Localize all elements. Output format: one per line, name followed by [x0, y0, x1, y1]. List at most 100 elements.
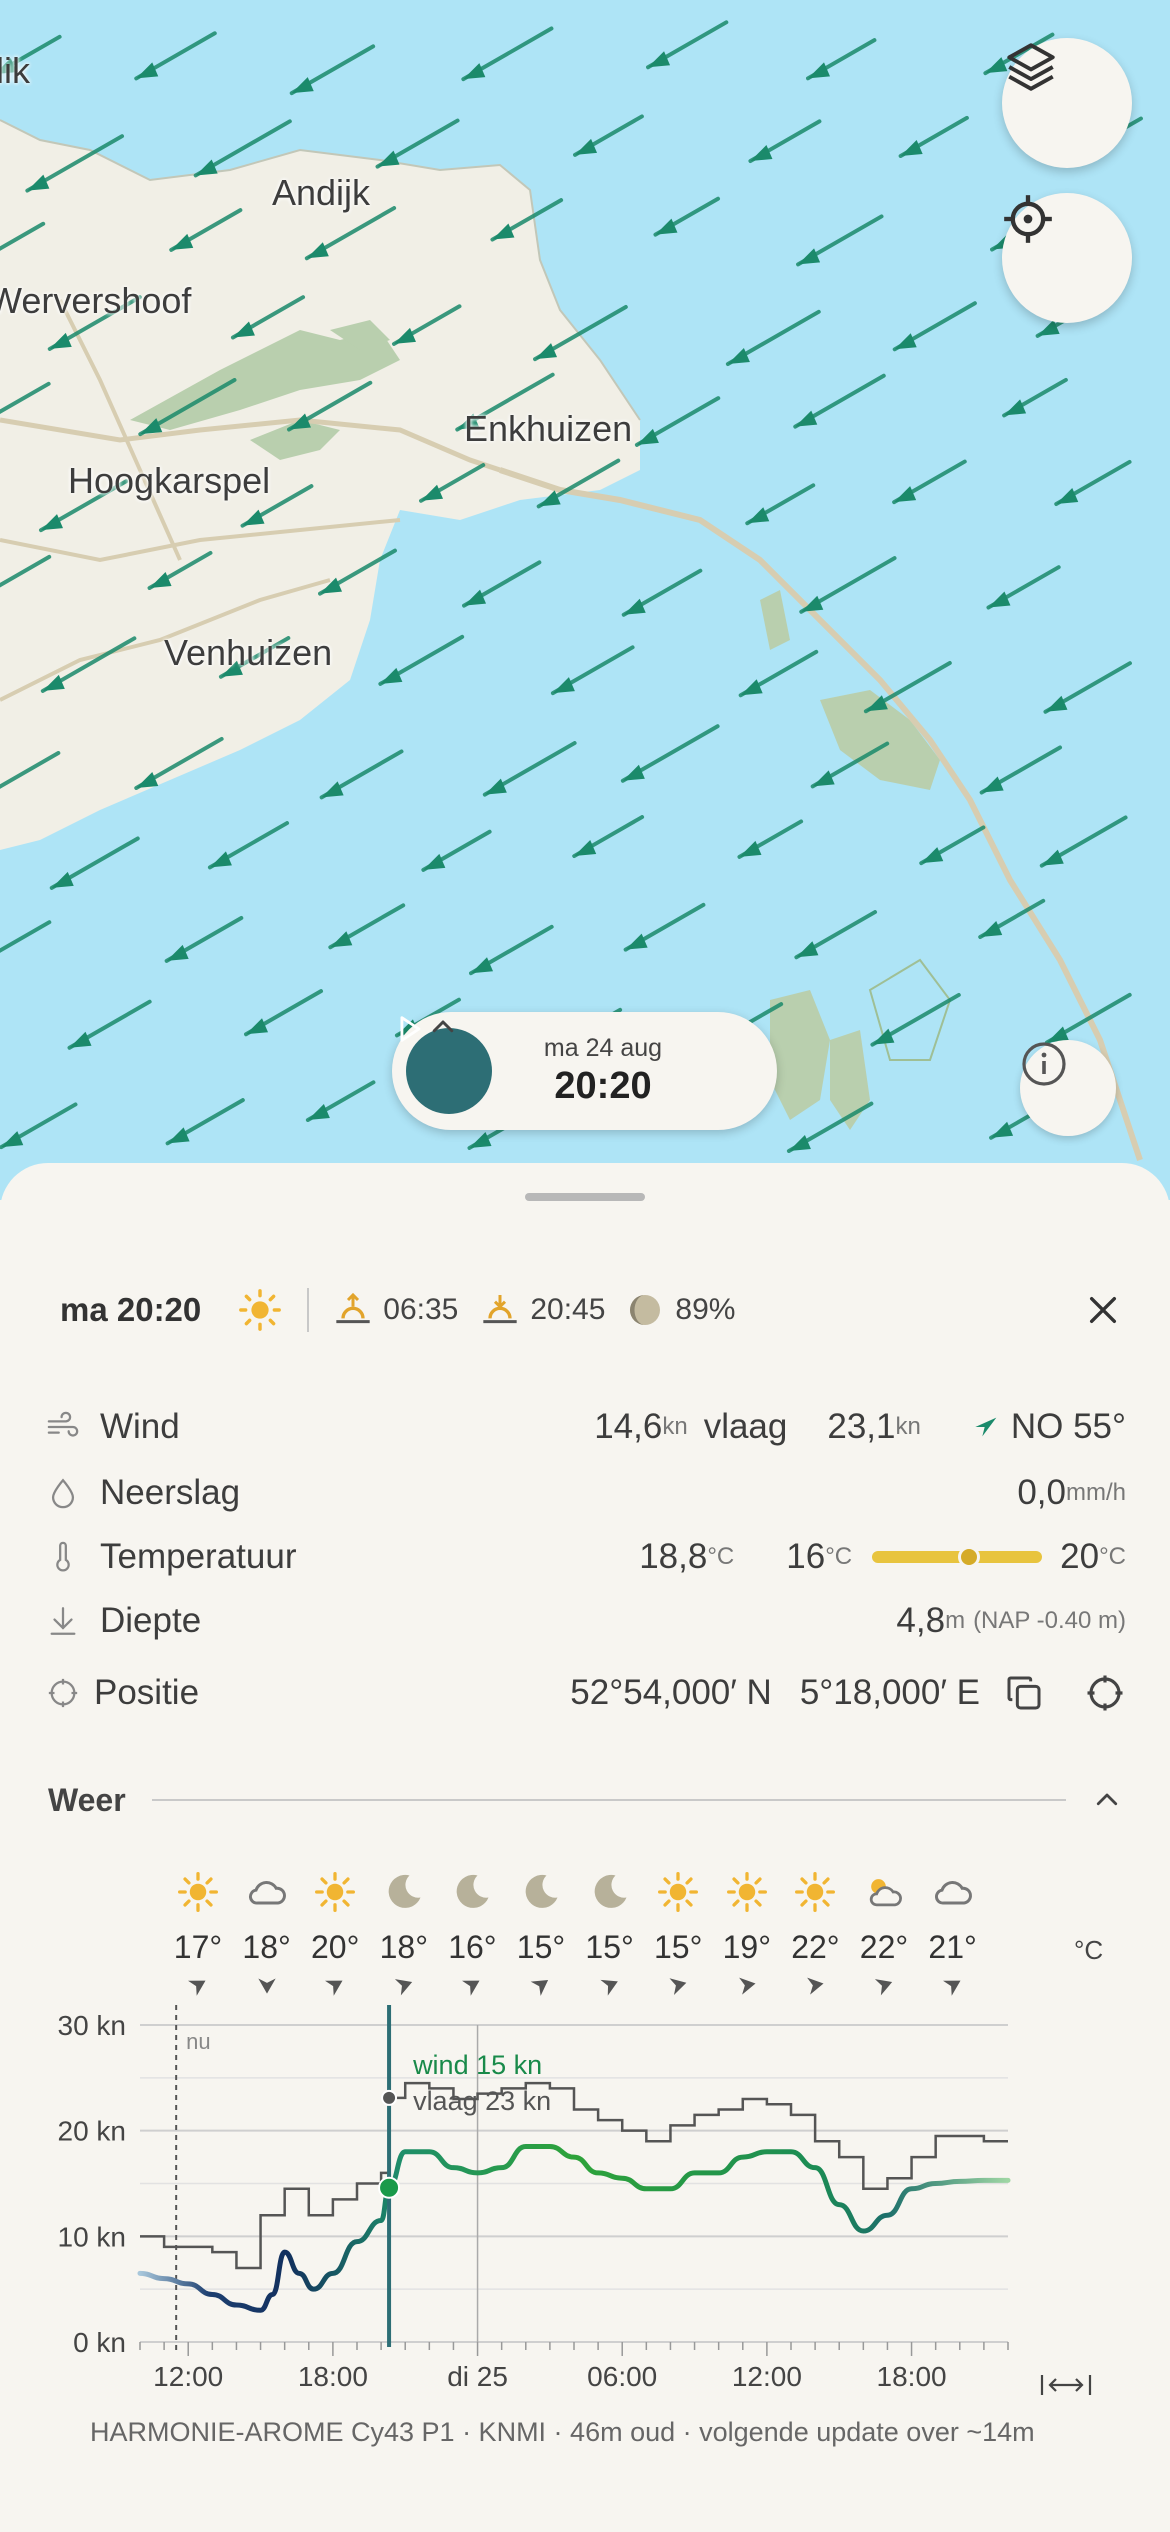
x-tick-label: 12:00 — [153, 2361, 223, 2392]
wind-arrow — [892, 301, 977, 352]
wind-arrow — [1039, 815, 1128, 868]
sunset-icon — [483, 1295, 518, 1324]
gust-marker — [381, 2089, 398, 2106]
thermometer-icon — [56, 1541, 70, 1572]
forecast-temp: 20° — [310, 1929, 360, 1965]
map-view[interactable]: lik Andijk Wervershoof Enkhuizen Hoogkar… — [0, 0, 1170, 1200]
locate-button[interactable] — [1002, 193, 1132, 323]
forecast-hour: 18° — [233, 1870, 301, 2003]
sun-icon — [658, 1872, 699, 1912]
sunrise-time: 06:35 — [383, 1293, 459, 1326]
wind-arrow — [725, 309, 821, 367]
gust-series — [140, 2081, 1008, 2270]
hourly-forecast: 17° 18° 20° 18° 16° 15° 15° 15° 19° 22° 22° 21° — [0, 1870, 1170, 1996]
wind-arrow — [0, 920, 52, 953]
wind-arrow — [793, 373, 886, 429]
sun-icon — [795, 1872, 836, 1912]
land-area — [868, 958, 952, 1061]
depth-label: Diepte — [100, 1601, 202, 1640]
depth-row: Diepte 4,8 m (NAP -0.40 m) — [46, 1593, 1126, 1649]
gust-unit: kn — [895, 1413, 921, 1440]
wind-arrow — [421, 829, 492, 872]
wind-arrow — [799, 556, 897, 614]
summary-time: ma 20:20 — [60, 1291, 202, 1328]
depth-unit: m — [945, 1607, 966, 1634]
section-divider — [151, 1799, 1066, 1801]
wind-arrow — [898, 115, 969, 158]
temperature-values: 18,8 °C 16 °C 20 °C — [639, 1537, 1126, 1577]
forecast-hour: 15° — [576, 1870, 644, 2003]
temperature-unit: °C — [707, 1543, 735, 1570]
wind-arrow — [207, 821, 290, 870]
copy-icon[interactable] — [1004, 1673, 1044, 1713]
place-label-venhuizen: Venhuizen — [164, 632, 333, 673]
target-icon[interactable] — [1084, 1672, 1126, 1714]
forecast-temp: 17° — [173, 1929, 223, 1965]
temperature-max: 20 — [1060, 1537, 1100, 1576]
position-values: 52°54,000′ N 5°18,000′ E — [570, 1672, 1126, 1714]
wind-annotation: wind 15 kn — [412, 2050, 542, 2080]
position-label: Positie — [94, 1673, 200, 1712]
wind-values: 14,6 kn vlaag 23,1 kn NO 55° — [594, 1407, 1126, 1447]
wind-arrow — [892, 459, 967, 505]
x-tick-label: di 25 — [447, 2361, 508, 2392]
forecast-temp: 18° — [379, 1929, 428, 1965]
wind-series — [137, 2144, 1011, 2313]
cloud-sun-icon — [869, 1879, 902, 1907]
moon-icon — [457, 1874, 489, 1908]
moon-icon — [594, 1874, 627, 1908]
close-icon[interactable] — [1086, 1293, 1120, 1327]
moon-illumination: 89% — [675, 1293, 736, 1326]
selected-time: 20:20 — [554, 1065, 652, 1107]
sun-icon — [239, 1289, 282, 1331]
time-selector[interactable]: ma 24 aug 20:20 — [392, 1012, 777, 1130]
wind-arrow — [375, 118, 460, 169]
wind-icon — [47, 1411, 79, 1437]
wind-arrow — [378, 634, 465, 686]
wind-arrow — [745, 483, 816, 526]
sheet-drag-handle[interactable] — [525, 1193, 645, 1201]
wind-arrow — [289, 44, 376, 96]
temperature-unit-label: °C — [1074, 1935, 1104, 1965]
position-latitude: 52°54,000′ N — [570, 1673, 772, 1712]
wind-arrow — [550, 645, 635, 696]
forecast-temp: 18° — [242, 1929, 291, 1965]
forecast-temp: 16° — [448, 1929, 497, 1965]
wind-arrow — [634, 396, 721, 447]
temperature-value: 18,8 — [639, 1537, 708, 1576]
temperature-current-marker — [958, 1546, 981, 1568]
time-display: ma 24 aug 20:20 — [528, 1034, 678, 1108]
wind-arrow — [653, 196, 721, 237]
gust-label: vlaag — [703, 1407, 788, 1446]
wind-arrow — [165, 1098, 245, 1146]
forecast-temp: 19° — [722, 1929, 771, 1965]
wind-direction-icon — [975, 1417, 997, 1437]
weather-section-header[interactable]: Weer — [48, 1770, 1122, 1830]
precip-row: Neerslag 0,0 mm/h — [46, 1465, 1126, 1521]
chevron-up-icon[interactable] — [1092, 1785, 1122, 1815]
summary-divider — [307, 1288, 310, 1332]
layers-icon — [1007, 43, 1055, 91]
forecast-hour: 22° — [781, 1870, 849, 2003]
wind-arrow — [986, 565, 1061, 610]
layers-button[interactable] — [1002, 38, 1132, 168]
cloud-icon — [248, 1881, 286, 1905]
wind-arrow — [1044, 992, 1132, 1045]
wind-chart[interactable]: 0 kn 10 kn 20 kn 30 kn 12:00 18:00 di 25 06:00 1… — [0, 1990, 1170, 2410]
chevron-up-icon[interactable] — [428, 1012, 458, 1042]
expand-horizontal-icon[interactable] — [1040, 2375, 1092, 2395]
moon-icon — [388, 1874, 421, 1908]
forecast-temp: 15° — [653, 1929, 703, 1965]
precip-value: 0,0 — [1017, 1473, 1066, 1512]
cloud-icon — [934, 1881, 972, 1905]
land-area — [760, 590, 790, 650]
place-label-wervershoof: Wervershoof — [0, 280, 192, 321]
wind-arrow — [646, 20, 729, 70]
wind-arrow — [979, 745, 1063, 795]
wind-direction: NO 55° — [1010, 1407, 1126, 1446]
info-button[interactable] — [1020, 1040, 1116, 1136]
sun-icon — [315, 1872, 356, 1912]
wind-arrow — [164, 915, 244, 963]
sun-icon — [726, 1872, 767, 1912]
y-tick-label: 30 kn — [58, 2010, 127, 2041]
